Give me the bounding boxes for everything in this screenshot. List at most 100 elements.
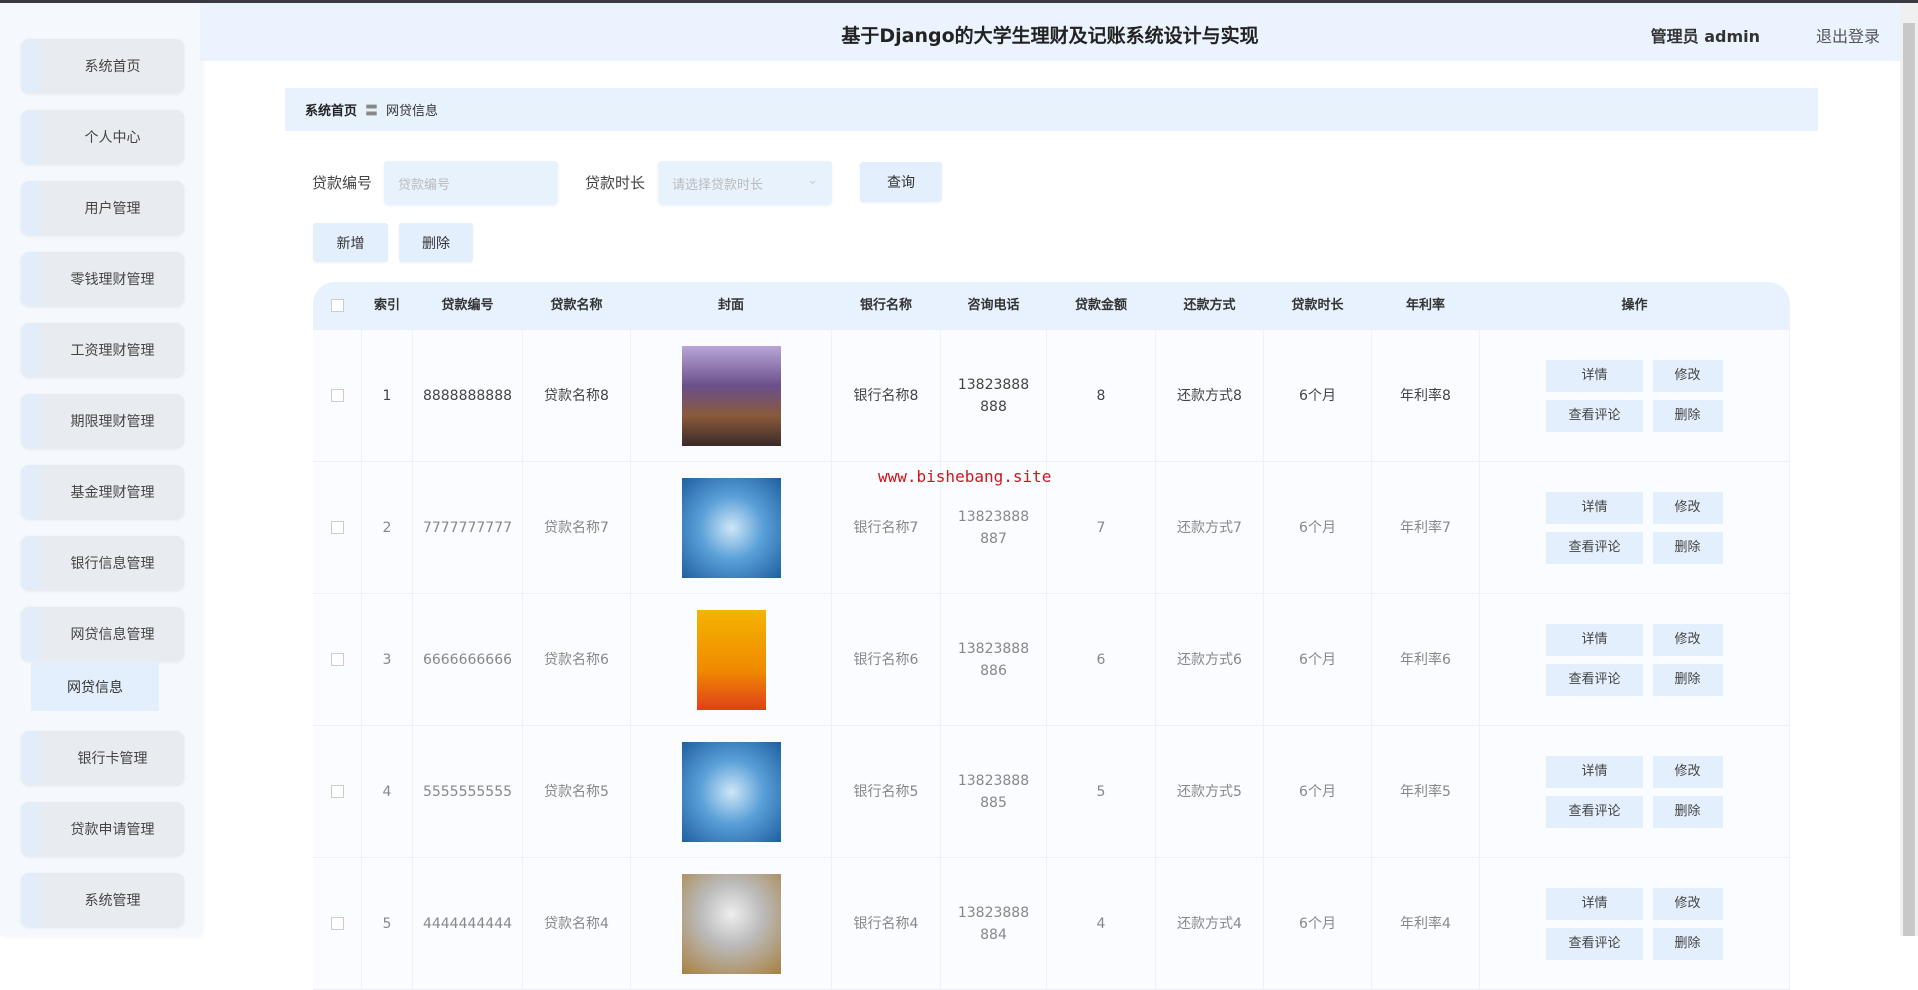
index-text: 1 — [382, 387, 392, 404]
table-row: 5 4444444444 贷款名称4 银行名称4 13823888884 4 还款方式4 6个… — [313, 858, 1790, 990]
sidebar-subitem-loan-info[interactable]: 网贷信息 — [31, 662, 159, 711]
name-cell: 贷款名称6 — [523, 594, 631, 725]
header-cell: 银行名称 — [832, 282, 941, 329]
query-button[interactable]: 查询 — [860, 162, 942, 202]
phone-text: 13823888884 — [957, 904, 1030, 943]
header-cell: 索引 — [362, 282, 413, 329]
cover-image — [681, 345, 781, 446]
chevron-down-icon: ⌄ — [807, 173, 818, 188]
table-row: 1 8888888888 贷款名称8 银行名称8 13823888888 8 还款方式8 6个… — [313, 330, 1790, 462]
index-text: 5 — [382, 915, 392, 932]
row-delete-button[interactable]: 删除 — [1652, 927, 1723, 960]
table-header: 索引 贷款编号 贷款名称 封面 银行名称 咨询电话 贷款金额 还款方式 贷款时长 年利率 操作 — [313, 282, 1790, 330]
row-delete-button[interactable]: 删除 — [1652, 531, 1723, 564]
phone-cell: 13823888884 — [941, 858, 1047, 989]
rate-text: 年利率4 — [1400, 915, 1451, 932]
row-actions: 详情 修改 查看评论 删除 — [1546, 623, 1723, 696]
view-comments-button[interactable]: 查看评论 — [1546, 399, 1643, 432]
sidebar-item[interactable]: 系统管理 — [21, 873, 184, 927]
page-scrollbar[interactable] — [1900, 3, 1918, 936]
edit-button[interactable]: 修改 — [1652, 887, 1723, 920]
breadcrumb-current: 网贷信息 — [386, 104, 439, 119]
header-cell: 贷款名称 — [523, 282, 631, 329]
duration-select[interactable]: 请选择贷款时长 ⌄ — [658, 161, 832, 205]
name-text: 贷款名称7 — [544, 519, 609, 536]
view-comments-button[interactable]: 查看评论 — [1546, 927, 1643, 960]
cover-cell — [631, 330, 832, 461]
detail-button[interactable]: 详情 — [1546, 623, 1643, 656]
no-text: 4444444444 — [422, 915, 513, 932]
header-cell: 贷款编号 — [413, 282, 523, 329]
view-comments-button[interactable]: 查看评论 — [1546, 531, 1643, 564]
sidebar-item[interactable]: 零钱理财管理 — [21, 252, 184, 306]
edit-button[interactable]: 修改 — [1652, 359, 1723, 392]
sidebar-item[interactable]: 用户管理 — [21, 181, 184, 235]
row-checkbox[interactable] — [330, 653, 344, 666]
column-header: 还款方式 — [1183, 297, 1236, 313]
breadcrumb-separator: 〓 — [365, 104, 379, 119]
repay-cell: 还款方式4 — [1156, 858, 1264, 989]
row-checkbox[interactable] — [330, 917, 344, 930]
sidebar-item[interactable]: 系统首页 — [21, 39, 184, 93]
row-delete-button[interactable]: 删除 — [1652, 663, 1723, 696]
sidebar-item[interactable]: 个人中心 — [21, 110, 184, 164]
bank-cell: 银行名称6 — [832, 594, 941, 725]
no-text: 7777777777 — [422, 519, 513, 536]
row-delete-button[interactable]: 删除 — [1652, 399, 1723, 432]
actions-cell: 详情 修改 查看评论 删除 — [1480, 858, 1790, 989]
name-text: 贷款名称4 — [544, 915, 609, 932]
no-cell: 8888888888 — [413, 330, 523, 461]
rate-cell: 年利率8 — [1372, 330, 1480, 461]
name-text: 贷款名称5 — [544, 783, 609, 800]
name-cell: 贷款名称7 — [523, 462, 631, 593]
sidebar-item[interactable]: 基金理财管理 — [21, 465, 184, 519]
scrollbar-thumb[interactable] — [1903, 23, 1915, 936]
checkbox-cell — [313, 594, 362, 725]
cover-image — [681, 741, 781, 842]
bank-cell: 银行名称8 — [832, 330, 941, 461]
no-text: 8888888888 — [422, 387, 513, 404]
edit-button[interactable]: 修改 — [1652, 623, 1723, 656]
detail-button[interactable]: 详情 — [1546, 755, 1643, 788]
sidebar-item[interactable]: 贷款申请管理 — [21, 802, 184, 856]
name-cell: 贷款名称5 — [523, 726, 631, 857]
sidebar-item[interactable]: 银行卡管理 — [21, 731, 184, 785]
row-checkbox[interactable] — [330, 521, 344, 534]
logout-link[interactable]: 退出登录 — [1816, 23, 1880, 47]
column-header: 索引 — [373, 297, 400, 313]
sidebar-item[interactable]: 期限理财管理 — [21, 394, 184, 448]
sidebar-item[interactable]: 工资理财管理 — [21, 323, 184, 377]
sidebar-item[interactable]: 银行信息管理 — [21, 536, 184, 590]
detail-button[interactable]: 详情 — [1546, 359, 1643, 392]
loan-no-input[interactable]: 贷款编号 — [384, 161, 558, 205]
row-checkbox[interactable] — [330, 785, 344, 798]
view-comments-button[interactable]: 查看评论 — [1546, 663, 1643, 696]
repay-text: 还款方式4 — [1177, 915, 1242, 932]
sidebar-item[interactable]: 网贷信息管理 — [21, 607, 184, 661]
row-delete-button[interactable]: 删除 — [1652, 795, 1723, 828]
name-cell: 贷款名称8 — [523, 330, 631, 461]
amount-text: 7 — [1096, 519, 1106, 536]
cover-image — [681, 477, 781, 578]
row-checkbox[interactable] — [330, 389, 344, 402]
column-header: 封面 — [717, 297, 744, 313]
current-user: 管理员 admin — [1650, 27, 1760, 46]
duration-text: 6个月 — [1299, 519, 1336, 536]
amount-cell: 6 — [1047, 594, 1156, 725]
checkbox-cell — [313, 330, 362, 461]
index-cell: 1 — [362, 330, 413, 461]
detail-button[interactable]: 详情 — [1546, 887, 1643, 920]
index-text: 4 — [382, 783, 392, 800]
no-text: 6666666666 — [422, 651, 513, 668]
edit-button[interactable]: 修改 — [1652, 491, 1723, 524]
bank-cell: 银行名称5 — [832, 726, 941, 857]
delete-button[interactable]: 删除 — [399, 223, 473, 262]
edit-button[interactable]: 修改 — [1652, 755, 1723, 788]
detail-button[interactable]: 详情 — [1546, 491, 1643, 524]
breadcrumb-home[interactable]: 系统首页 — [305, 100, 357, 119]
duration-cell: 6个月 — [1264, 594, 1372, 725]
add-button[interactable]: 新增 — [313, 223, 388, 262]
duration-text: 6个月 — [1299, 651, 1336, 668]
select-all-checkbox[interactable] — [330, 299, 344, 312]
view-comments-button[interactable]: 查看评论 — [1546, 795, 1643, 828]
